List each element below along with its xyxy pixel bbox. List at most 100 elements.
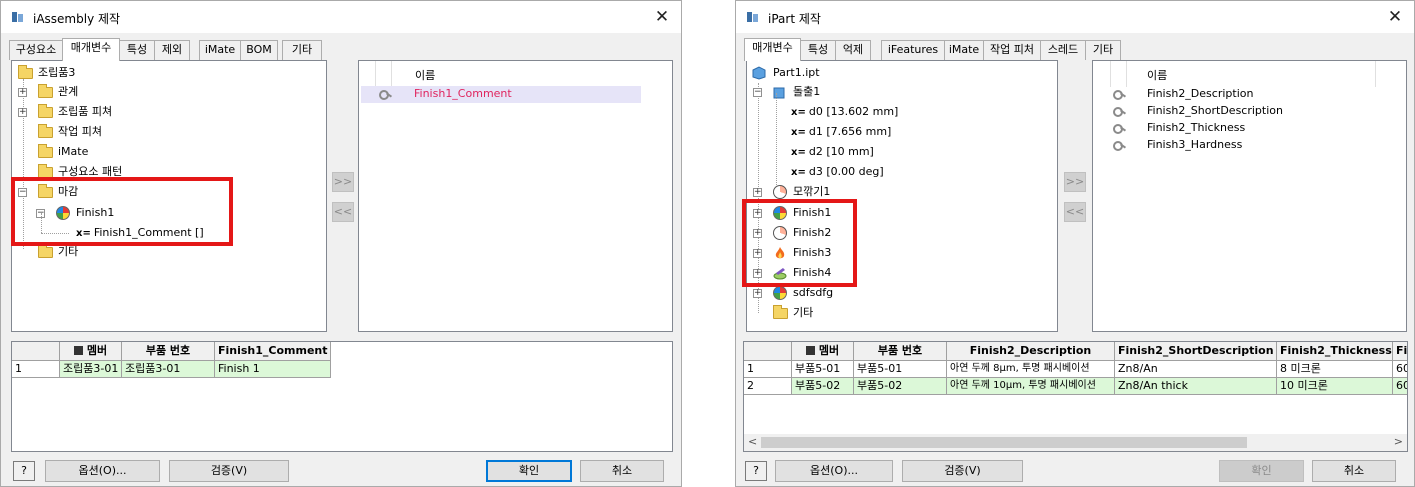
table-cell[interactable]: 2 [744, 378, 792, 395]
remove-parameter-button[interactable]: << [1064, 202, 1086, 222]
tree-item-d1[interactable]: x= d1 [7.656 mm] [791, 122, 891, 142]
scroll-left-arrow[interactable]: < [748, 435, 757, 448]
add-parameter-button[interactable]: >> [332, 172, 354, 192]
table-cell[interactable]: 부품5-02 [792, 378, 854, 395]
horizontal-scrollbar[interactable]: < > [744, 434, 1407, 451]
selected-parameters-list[interactable]: 이름 Finish2_Description Finish2_ShortDesc… [1092, 60, 1407, 332]
tree-item-relations[interactable]: + 관계 [18, 82, 78, 102]
tree-item-other[interactable]: 기타 [753, 303, 813, 323]
table-cell[interactable]: 아연 두께 8µm, 투명 패시베이션 [947, 361, 1115, 378]
expand-icon[interactable]: + [18, 108, 27, 117]
tab-suppression[interactable]: 억제 [835, 40, 871, 60]
tree-item-imate[interactable]: iMate [18, 142, 88, 162]
tree-item-assembly-features[interactable]: + 조립품 피쳐 [18, 102, 112, 122]
add-parameter-button[interactable]: >> [1064, 172, 1086, 192]
iassembly-dialog: iAssembly 제작 ✕ 구성요소 매개변수 특성 제외 iMate BOM… [0, 0, 682, 487]
tree-item-d2[interactable]: x= d2 [10 mm] [791, 142, 874, 162]
app-icon [747, 12, 758, 22]
list-item[interactable]: Finish2_Description [1095, 86, 1375, 103]
tab-imate[interactable]: iMate [199, 40, 241, 60]
list-item[interactable]: Finish2_Thickness [1095, 120, 1375, 137]
table-header-finish2-description[interactable]: Finish2_Description [947, 342, 1115, 361]
table-header-finish2-shortdescription[interactable]: Finish2_ShortDescription [1115, 342, 1277, 361]
close-icon[interactable]: ✕ [651, 6, 673, 28]
tab-other[interactable]: 기타 [1085, 40, 1121, 60]
folder-icon [38, 104, 53, 118]
ok-button[interactable]: 확인 [486, 460, 572, 482]
save-icon [73, 346, 83, 355]
table-cell[interactable]: 8 미크론 [1277, 361, 1393, 378]
member-table[interactable]: 멤버 부품 번호 Finish2_Description Finish2_Sho… [743, 341, 1408, 452]
scrollbar-thumb[interactable] [761, 437, 1247, 448]
tab-ifeatures[interactable]: iFeatures [881, 40, 945, 60]
tab-parameters[interactable]: 매개변수 [62, 38, 120, 61]
table-cell[interactable]: Finish 1 [215, 361, 331, 378]
ok-button[interactable]: 확인 [1219, 460, 1304, 482]
help-button[interactable]: ? [745, 461, 767, 481]
column-name-header[interactable]: 이름 [415, 67, 435, 83]
cancel-button[interactable]: 취소 [1312, 460, 1396, 482]
tree-item-extrusion1[interactable]: − 돌출1 [753, 82, 820, 102]
key-icon [1113, 90, 1126, 100]
table-header-finish1-comment[interactable]: Finish1_Comment [215, 342, 331, 361]
tab-imate[interactable]: iMate [944, 40, 984, 60]
table-header-member[interactable]: 멤버 [60, 342, 122, 361]
tab-threads[interactable]: 스레드 [1040, 40, 1086, 60]
close-icon[interactable]: ✕ [1384, 6, 1406, 28]
tree-root[interactable]: 조립품3 [16, 63, 75, 83]
parameter-icon: x= [791, 107, 806, 118]
collapse-icon[interactable]: − [753, 88, 762, 97]
tab-components[interactable]: 구성요소 [9, 40, 63, 60]
options-button[interactable]: 옵션(O)... [775, 460, 893, 482]
table-cell[interactable]: 10 미크론 [1277, 378, 1393, 395]
list-item[interactable]: Finish3_Hardness [1095, 137, 1375, 154]
tab-other[interactable]: 기타 [282, 40, 322, 60]
key-icon [1113, 107, 1126, 117]
table-cell[interactable]: 1 [12, 361, 60, 378]
remove-parameter-button[interactable]: << [332, 202, 354, 222]
list-item[interactable]: Finish2_ShortDescription [1095, 103, 1375, 120]
tree-item-d3[interactable]: x= d3 [0.00 deg] [791, 162, 884, 182]
tree-root[interactable]: Part1.ipt [751, 63, 820, 83]
list-item[interactable]: Finish1_Comment [361, 86, 641, 103]
table-cell[interactable]: 부품5-01 [792, 361, 854, 378]
table-cell[interactable]: 1 [744, 361, 792, 378]
expand-icon[interactable]: + [753, 289, 762, 298]
verify-button[interactable]: 검증(V) [169, 460, 289, 482]
verify-button[interactable]: 검증(V) [902, 460, 1023, 482]
table-header-member[interactable]: 멤버 [792, 342, 854, 361]
scroll-right-arrow[interactable]: > [1394, 435, 1403, 448]
cancel-button[interactable]: 취소 [580, 460, 664, 482]
tree-item-d0[interactable]: x= d0 [13.602 mm] [791, 102, 898, 122]
expand-icon[interactable]: + [753, 188, 762, 197]
table-cell[interactable]: 60 [1393, 378, 1407, 395]
tree-label: 모깎기1 [793, 185, 831, 198]
table-header-finish3-partial[interactable]: Fi [1393, 342, 1407, 361]
table-cell[interactable]: Zn8/An thick [1115, 378, 1277, 395]
column-name-header[interactable]: 이름 [1147, 67, 1167, 83]
options-button[interactable]: 옵션(O)... [45, 460, 160, 482]
table-header-part-number[interactable]: 부품 번호 [854, 342, 947, 361]
tab-properties[interactable]: 특성 [800, 40, 836, 60]
table-cell[interactable]: 부품5-02 [854, 378, 947, 395]
tab-parameters[interactable]: 매개변수 [744, 38, 801, 61]
table-header-finish2-thickness[interactable]: Finish2_Thickness [1277, 342, 1393, 361]
tab-work-features[interactable]: 작업 피처 [983, 40, 1041, 60]
table-cell[interactable]: 아연 두께 10µm, 투명 패시베이션 [947, 378, 1115, 395]
tab-exclude[interactable]: 제외 [154, 40, 190, 60]
help-button[interactable]: ? [13, 461, 35, 481]
folder-icon [38, 244, 53, 258]
parameter-tree[interactable]: Part1.ipt − 돌출1 x= d0 [13.602 mm] x= d1 [7… [746, 60, 1058, 332]
expand-icon[interactable]: + [18, 88, 27, 97]
table-cell[interactable]: 조립품3-01 [122, 361, 215, 378]
table-cell[interactable]: 조립품3-01 [60, 361, 122, 378]
table-cell[interactable]: Zn8/An [1115, 361, 1277, 378]
tree-item-work-features[interactable]: 작업 피쳐 [18, 122, 102, 142]
table-cell[interactable]: 60 [1393, 361, 1407, 378]
tab-bom[interactable]: BOM [240, 40, 278, 60]
table-header-part-number[interactable]: 부품 번호 [122, 342, 215, 361]
member-table[interactable]: 멤버 부품 번호 Finish1_Comment 1 조립품3-01 조립품3-… [11, 341, 673, 452]
table-cell[interactable]: 부품5-01 [854, 361, 947, 378]
tab-properties[interactable]: 특성 [119, 40, 155, 60]
selected-parameters-list[interactable]: 이름 Finish1_Comment [358, 60, 673, 332]
